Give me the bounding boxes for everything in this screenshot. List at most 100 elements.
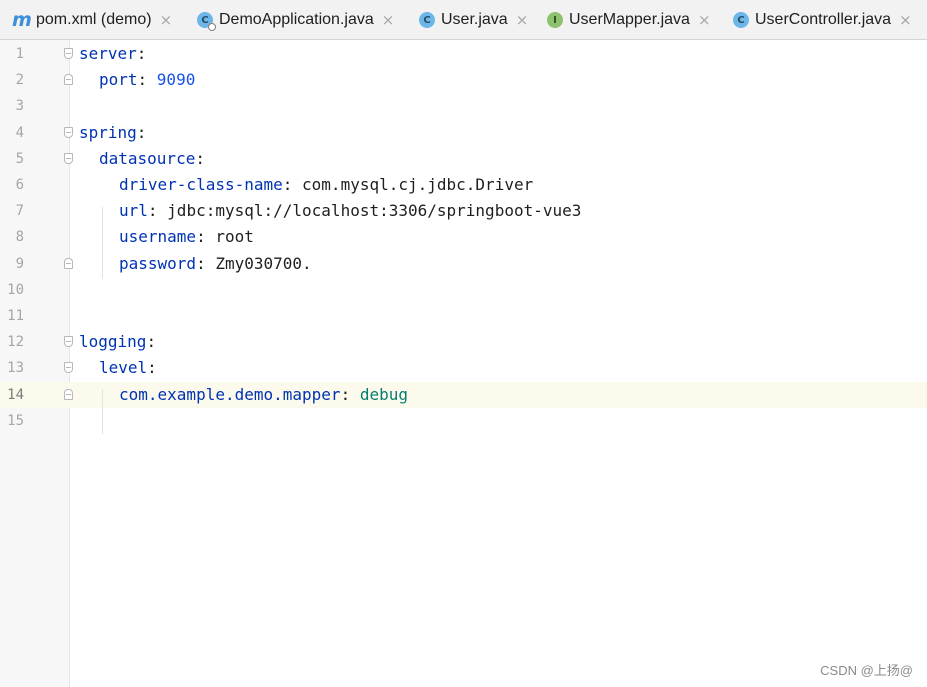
yaml-separator: : — [137, 70, 157, 90]
code-line[interactable]: 7 url: jdbc:mysql://localhost:3306/spring… — [0, 198, 927, 224]
line-number: 6 — [15, 177, 24, 193]
tab-demo-application[interactable]: C DemoApplication.java × — [197, 0, 395, 39]
interface-icon: I — [547, 12, 563, 28]
line-number: 2 — [15, 72, 24, 89]
code-text: logging: — [79, 329, 156, 355]
yaml-key: level — [99, 358, 148, 378]
code-line[interactable]: 13 level: — [0, 355, 927, 381]
close-icon[interactable]: × — [160, 11, 173, 29]
code-text: server: — [79, 41, 146, 67]
tab-label: User.java — [441, 11, 508, 28]
run-class-icon: C — [197, 12, 216, 31]
yaml-key: url — [119, 201, 148, 221]
yaml-separator: : — [196, 253, 216, 273]
code-editor[interactable]: 1 server: 2 port: 9090 3 4 spring: 5 datasource:… — [0, 40, 927, 687]
line-number: 10 — [7, 281, 24, 298]
code-line[interactable]: 10 — [0, 277, 927, 303]
code-line[interactable]: 12 logging: — [0, 329, 927, 355]
yaml-key: server — [79, 44, 137, 63]
yaml-key: datasource — [99, 148, 196, 168]
tab-pom-xml[interactable]: m pom.xml (demo) × — [12, 0, 173, 39]
yaml-separator: : — [147, 201, 168, 221]
line-number: 5 — [15, 150, 24, 167]
code-text: spring: — [79, 120, 146, 146]
line-number: 1 — [15, 46, 24, 62]
yaml-value: com.mysql.cj.jdbc.Driver — [302, 175, 534, 194]
code-line[interactable]: 6 driver-class-name: com.mysql.cj.jdbc.Dr… — [0, 172, 927, 198]
tab-label: DemoApplication.java — [219, 11, 374, 28]
class-icon: C — [733, 12, 749, 28]
tab-label: UserMapper.java — [569, 11, 690, 28]
code-line[interactable]: 8 username: root — [0, 224, 927, 250]
yaml-separator: : — [147, 358, 157, 378]
editor-tab-bar: m pom.xml (demo) × C DemoApplication.jav… — [0, 0, 927, 40]
code-line[interactable]: 11 — [0, 303, 927, 329]
fold-marker-icon[interactable] — [64, 257, 73, 269]
line-number: 3 — [15, 98, 24, 115]
fold-marker-icon[interactable] — [64, 126, 73, 138]
yaml-value: Zmy030700. — [215, 253, 312, 273]
yaml-value: root — [215, 227, 254, 247]
fold-marker-icon[interactable] — [64, 388, 73, 400]
tab-user-mapper[interactable]: I UserMapper.java × — [547, 0, 711, 39]
fold-marker-icon[interactable] — [64, 336, 73, 348]
yaml-key: logging — [79, 332, 147, 352]
yaml-separator: : — [282, 175, 303, 194]
close-icon[interactable]: × — [899, 11, 912, 29]
yaml-separator: : — [195, 148, 205, 168]
yaml-value: debug — [359, 384, 408, 404]
code-text: port: 9090 — [99, 67, 195, 93]
line-number: 11 — [7, 308, 24, 324]
close-icon[interactable]: × — [382, 11, 395, 29]
code-line[interactable]: 1 server: — [0, 41, 927, 67]
code-text: driver-class-name: com.mysql.cj.jdbc.Dri… — [119, 172, 533, 198]
tab-label: UserController.java — [755, 11, 892, 28]
yaml-separator: : — [340, 384, 360, 404]
yaml-separator: : — [136, 122, 147, 142]
code-line[interactable]: 2 port: 9090 — [0, 67, 927, 93]
code-line[interactable]: 9 password: Zmy030700. — [0, 251, 927, 277]
close-icon[interactable]: × — [516, 11, 529, 29]
tab-label: pom.xml (demo) — [36, 11, 152, 28]
yaml-key: username — [119, 227, 197, 247]
code-line[interactable]: 3 — [0, 93, 927, 119]
fold-marker-icon[interactable] — [64, 362, 73, 374]
yaml-key: driver-class-name — [119, 175, 283, 194]
indent-guide — [102, 207, 103, 279]
yaml-key: spring — [79, 122, 137, 142]
line-number: 4 — [15, 124, 24, 141]
tab-user[interactable]: C User.java × — [419, 0, 529, 39]
yaml-key: com.example.demo.mapper — [119, 384, 341, 404]
line-number: 13 — [7, 360, 24, 377]
yaml-separator: : — [196, 227, 216, 247]
line-number: 15 — [7, 412, 24, 429]
fold-marker-icon[interactable] — [64, 74, 73, 86]
code-text: datasource: — [99, 146, 205, 172]
yaml-separator: : — [136, 44, 147, 63]
maven-m-icon: m — [12, 9, 32, 31]
code-text: level: — [99, 355, 157, 381]
watermark: CSDN @上扬@ — [820, 663, 913, 678]
close-icon[interactable]: × — [698, 11, 711, 29]
line-number: 12 — [7, 334, 24, 351]
yaml-separator: : — [146, 332, 157, 352]
line-number: 8 — [15, 229, 24, 246]
code-text: username: root — [119, 224, 254, 250]
yaml-key: port — [99, 70, 138, 90]
line-number: 14 — [7, 386, 24, 403]
fold-marker-icon[interactable] — [64, 48, 73, 59]
indent-guide — [102, 389, 103, 434]
yaml-key: password — [119, 253, 197, 273]
class-icon: C — [419, 12, 435, 28]
code-line[interactable]: 4 spring: — [0, 120, 927, 146]
code-text: url: jdbc:mysql://localhost:3306/springb… — [119, 198, 581, 224]
code-text: com.example.demo.mapper: debug — [119, 382, 408, 408]
code-text: password: Zmy030700. — [119, 251, 312, 277]
code-line[interactable]: 15 — [0, 408, 927, 434]
tab-user-controller[interactable]: C UserController.java × — [733, 0, 912, 39]
yaml-value: 9090 — [156, 70, 196, 90]
yaml-value: jdbc:mysql://localhost:3306/springboot-v… — [167, 201, 582, 221]
code-line[interactable]: 5 datasource: — [0, 146, 927, 172]
code-line[interactable]: 14 com.example.demo.mapper: debug — [0, 381, 927, 408]
fold-marker-icon[interactable] — [64, 152, 73, 164]
